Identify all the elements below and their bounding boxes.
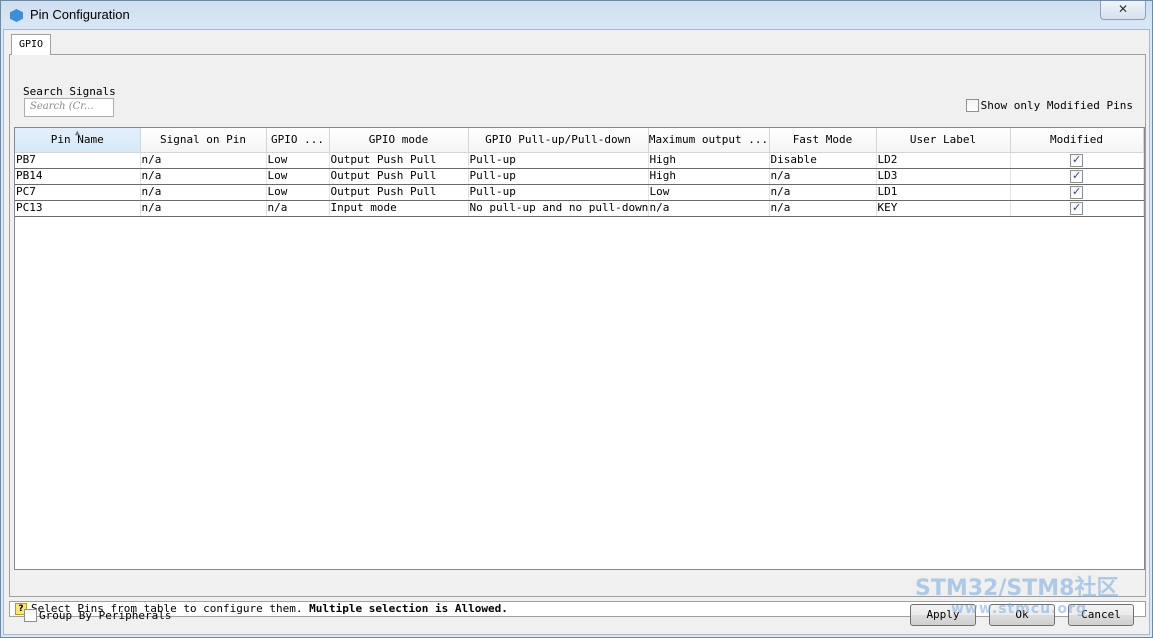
col-header-max-output-speed[interactable]: Maximum output ... [648, 128, 770, 153]
cancel-button[interactable]: Cancel [1068, 604, 1134, 626]
cell-max-output[interactable]: Low [648, 183, 770, 201]
cell-modified[interactable] [1010, 167, 1144, 185]
cell-signal[interactable]: n/a [140, 151, 267, 169]
col-header-gpio-mode[interactable]: GPIO mode [329, 128, 469, 153]
cell-signal[interactable]: n/a [140, 183, 267, 201]
cell-gpio-pull[interactable]: Pull-up [468, 167, 649, 185]
table-row[interactable]: PC7 n/a Low Output Push Pull Pull-up Low… [15, 183, 1144, 201]
cell-max-output[interactable]: n/a [648, 199, 770, 217]
cell-gpio-level[interactable]: n/a [266, 199, 330, 217]
dialog-client: GPIO Search Signals Search (Cr... Show o… [3, 29, 1150, 635]
cell-gpio-pull[interactable]: Pull-up [468, 151, 649, 169]
cell-modified[interactable] [1010, 183, 1144, 201]
cell-user-label[interactable]: LD3 [876, 167, 1011, 185]
modified-checkbox[interactable] [1070, 169, 1083, 183]
search-input[interactable]: Search (Cr... [24, 98, 114, 117]
cell-user-label[interactable]: LD1 [876, 183, 1011, 201]
ok-button[interactable]: Ok [989, 604, 1055, 626]
show-only-modified-toggle[interactable]: Show only Modified Pins [965, 98, 1133, 112]
cell-pin-name[interactable]: PC7 [15, 183, 141, 201]
table-row[interactable]: PC13 n/a n/a Input mode No pull-up and n… [15, 199, 1144, 217]
title-bar[interactable]: Pin Configuration ✕ [1, 1, 1152, 29]
cell-gpio-pull[interactable]: Pull-up [468, 183, 649, 201]
cell-gpio-mode[interactable]: Output Push Pull [329, 167, 469, 185]
table-row[interactable]: PB14 n/a Low Output Push Pull Pull-up Hi… [15, 167, 1144, 185]
cell-max-output[interactable]: High [648, 151, 770, 169]
show-only-modified-checkbox[interactable] [965, 98, 979, 112]
group-by-peripherals-label: Group By Peripherals [39, 608, 172, 622]
cell-gpio-pull[interactable]: No pull-up and no pull-down [468, 199, 649, 217]
col-header-fast-mode[interactable]: Fast Mode [769, 128, 877, 153]
apply-button[interactable]: Apply [910, 604, 976, 626]
col-header-signal-on-pin[interactable]: Signal on Pin [140, 128, 267, 153]
cell-pin-name[interactable]: PB14 [15, 167, 141, 185]
modified-checkbox[interactable] [1070, 185, 1083, 199]
cell-fast-mode[interactable]: Disable [769, 151, 877, 169]
col-header-pin-name[interactable]: ▲ Pin Name [15, 128, 141, 153]
cell-user-label[interactable]: LD2 [876, 151, 1011, 169]
status-bold-text: Multiple selection is Allowed. [309, 602, 508, 615]
cell-pin-name[interactable]: PC13 [15, 199, 141, 217]
group-by-peripherals-checkbox[interactable] [24, 608, 37, 622]
search-signals-label: Search Signals [23, 85, 116, 98]
table-header-row: ▲ Pin Name Signal on Pin GPIO ... GPIO mo… [15, 128, 1144, 153]
col-header-gpio-output-level[interactable]: GPIO ... [266, 128, 330, 153]
pin-configuration-window: Pin Configuration ✕ GPIO Search Signals … [0, 0, 1153, 638]
cell-user-label[interactable]: KEY [876, 199, 1011, 217]
cell-fast-mode[interactable]: n/a [769, 199, 877, 217]
window-title: Pin Configuration [30, 7, 130, 22]
cell-modified[interactable] [1010, 151, 1144, 169]
cell-pin-name[interactable]: PB7 [15, 151, 141, 169]
cell-gpio-mode[interactable]: Output Push Pull [329, 183, 469, 201]
sort-ascending-icon: ▲ [74, 128, 80, 137]
col-header-modified[interactable]: Modified [1010, 128, 1144, 153]
app-icon [10, 9, 23, 22]
cell-modified[interactable] [1010, 199, 1144, 217]
tab-gpio[interactable]: GPIO [11, 34, 52, 55]
cell-gpio-mode[interactable]: Input mode [329, 199, 469, 217]
table-row[interactable]: PB7 n/a Low Output Push Pull Pull-up Hig… [15, 151, 1144, 169]
col-header-gpio-pull[interactable]: GPIO Pull-up/Pull-down [468, 128, 649, 153]
col-header-user-label[interactable]: User Label [876, 128, 1011, 153]
group-by-peripherals-toggle[interactable]: Group By Peripherals [24, 608, 171, 622]
cell-fast-mode[interactable]: n/a [769, 183, 877, 201]
gpio-tab-panel: Search Signals Search (Cr... Show only M… [9, 54, 1146, 597]
modified-checkbox[interactable] [1070, 153, 1083, 167]
cell-gpio-mode[interactable]: Output Push Pull [329, 151, 469, 169]
cell-gpio-level[interactable]: Low [266, 167, 330, 185]
pin-table[interactable]: ▲ Pin Name Signal on Pin GPIO ... GPIO mo… [14, 127, 1145, 570]
modified-checkbox[interactable] [1070, 201, 1083, 215]
cell-fast-mode[interactable]: n/a [769, 167, 877, 185]
close-button[interactable]: ✕ [1100, 1, 1146, 20]
cell-signal[interactable]: n/a [140, 199, 267, 217]
show-only-modified-label: Show only Modified Pins [980, 98, 1133, 112]
cell-signal[interactable]: n/a [140, 167, 267, 185]
cell-gpio-level[interactable]: Low [266, 183, 330, 201]
cell-max-output[interactable]: High [648, 167, 770, 185]
cell-gpio-level[interactable]: Low [266, 151, 330, 169]
